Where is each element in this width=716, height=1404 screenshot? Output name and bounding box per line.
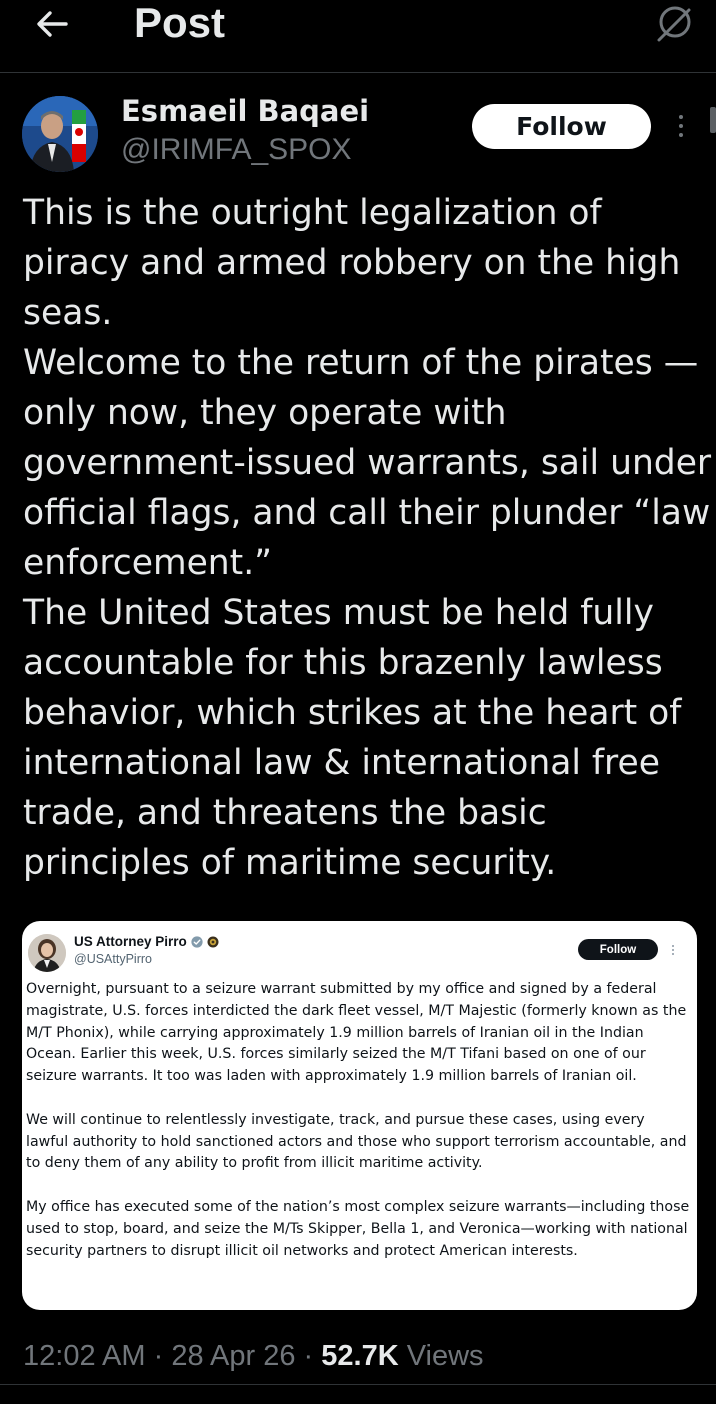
arrow-left-icon	[37, 11, 68, 37]
post-date: 28 Apr 26	[171, 1340, 296, 1372]
meta-separator: ·	[145, 1340, 172, 1372]
embedded-avatar-image	[28, 934, 66, 972]
author-avatar[interactable]	[22, 96, 98, 172]
embedded-follow-button: Follow	[578, 939, 658, 960]
post-text: This is the outright legalization of pir…	[23, 188, 713, 888]
embedded-more-icon	[670, 941, 676, 959]
meta-separator: ·	[295, 1340, 322, 1372]
grok-button[interactable]	[650, 2, 698, 46]
more-dot-icon	[679, 124, 683, 128]
more-options-button[interactable]	[669, 106, 693, 146]
embedded-paragraph: Overnight, pursuant to a seizure warrant…	[26, 981, 687, 1085]
top-bar: Post	[0, 0, 716, 73]
more-dot-icon	[679, 115, 683, 119]
post-metadata: 12:02 AM · 28 Apr 26 · 52.7K Views	[23, 1337, 484, 1375]
embedded-avatar	[28, 934, 66, 972]
seal-icon	[207, 936, 219, 947]
scroll-indicator	[710, 107, 716, 133]
slash-circle-icon	[657, 6, 691, 42]
embedded-paragraph: My office has executed some of the natio…	[26, 1198, 690, 1259]
views-label: Views	[398, 1340, 484, 1372]
verified-badge-icon	[191, 935, 203, 948]
views-count[interactable]: 52.7K	[321, 1340, 398, 1372]
post-time: 12:02 AM	[23, 1340, 146, 1372]
embedded-post-text: Overnight, pursuant to a seizure warrant…	[26, 979, 690, 1262]
page-title: Post	[134, 0, 226, 46]
embedded-author-name: US Attorney Pirro	[74, 934, 187, 949]
post-paragraph: This is the outright legalization of pir…	[23, 193, 681, 333]
embedded-post-image[interactable]: US Attorney Pirro @USAttyPirro Follow Ov…	[22, 921, 697, 1310]
post-paragraph: Welcome to the return of the pirates — o…	[23, 343, 712, 583]
divider	[0, 1384, 716, 1385]
more-dot-icon	[679, 133, 683, 137]
post-paragraph: The United States must be held fully acc…	[23, 593, 682, 883]
embedded-name-row: US Attorney Pirro	[74, 934, 219, 949]
author-handle[interactable]: @IRIMFA_SPOX	[121, 132, 352, 168]
embedded-author-handle: @USAttyPirro	[74, 952, 152, 966]
back-button[interactable]	[28, 2, 76, 46]
avatar-image	[22, 96, 98, 172]
author-name[interactable]: Esmaeil Baqaei	[121, 94, 369, 128]
embedded-paragraph: We will continue to relentlessly investi…	[26, 1111, 687, 1172]
follow-button[interactable]: Follow	[472, 104, 651, 149]
